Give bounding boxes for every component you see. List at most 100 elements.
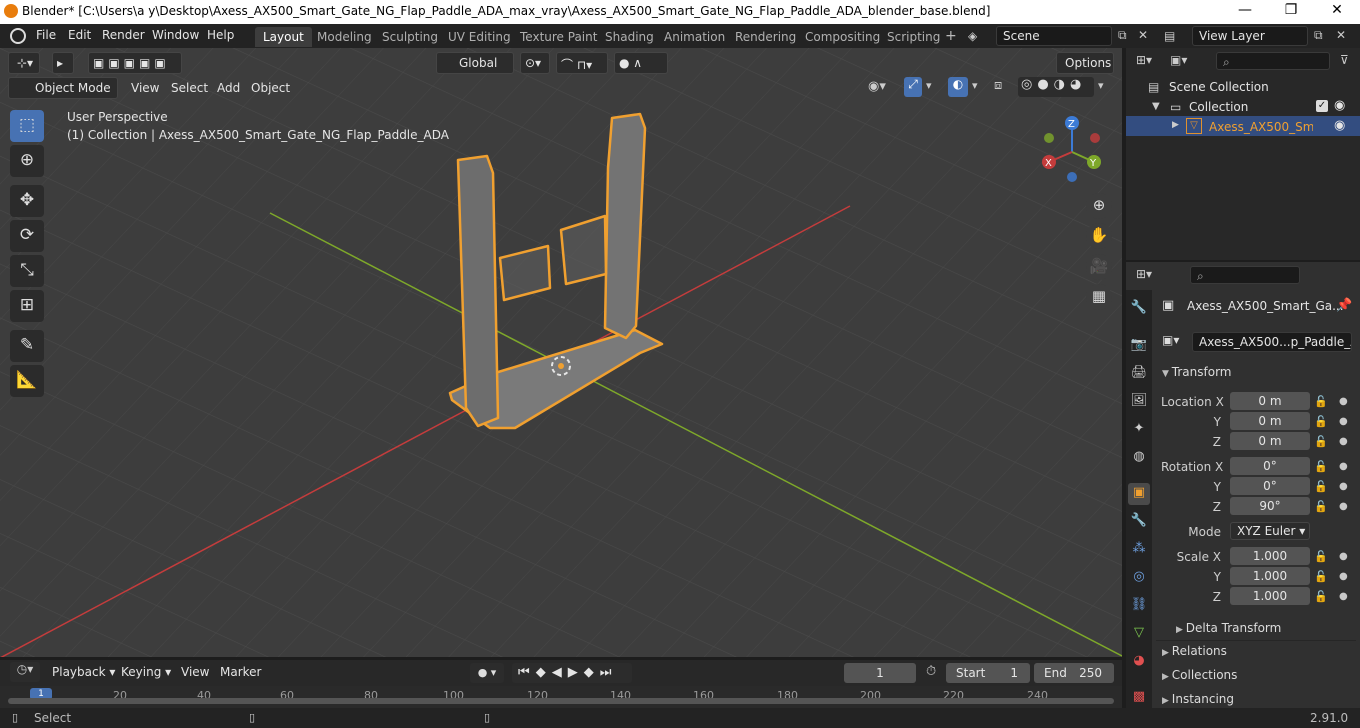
lock-icon[interactable]: 🔓 (1314, 500, 1328, 513)
collection-checkbox[interactable]: ✓ (1316, 100, 1328, 112)
options-dropdown[interactable]: Options (1056, 52, 1114, 74)
outliner-editor-icon[interactable]: ⊞▾ (1136, 53, 1152, 67)
pin-icon[interactable]: 📌 (1336, 298, 1352, 313)
maximize-button[interactable]: ❐ (1268, 2, 1314, 22)
timeline-editor-icon[interactable]: ◷▾ (10, 662, 40, 682)
overlays-dropdown-icon[interactable]: ▾ (972, 79, 978, 92)
lock-icon[interactable]: 🔓 (1314, 480, 1328, 493)
menu-help[interactable]: Help (207, 28, 234, 42)
select-box-tool[interactable]: ⬚ (10, 110, 44, 142)
menu-file[interactable]: File (36, 28, 56, 42)
lock-icon[interactable]: 🔓 (1314, 415, 1328, 428)
world-tab-icon[interactable]: ◍ (1130, 449, 1148, 467)
keyframe-dot-icon[interactable]: ● (1339, 571, 1348, 582)
constraints-tab-icon[interactable]: ⛓ (1130, 597, 1148, 615)
collections-header[interactable]: ▶ Collections (1162, 668, 1237, 682)
scene-tab-icon[interactable]: ✦ (1130, 421, 1148, 439)
blender-menu-icon[interactable] (10, 28, 26, 44)
close-button[interactable]: ✕ (1314, 2, 1360, 22)
new-view-layer-icon[interactable]: ⧉ (1314, 28, 1323, 43)
object-visibility-icon[interactable]: ◉ (1334, 118, 1345, 133)
lock-icon[interactable]: 🔓 (1314, 550, 1328, 563)
menu-edit[interactable]: Edit (68, 28, 91, 42)
object-name-field[interactable]: Axess_AX500...p_Paddle_ADA (1192, 332, 1352, 352)
delete-view-layer-icon[interactable]: ✕ (1336, 28, 1346, 42)
location-y-field[interactable]: 0 m (1230, 412, 1310, 430)
timeline-menu-view[interactable]: View (181, 665, 209, 679)
shading-mode-icons[interactable]: ◎●◑◕ (1018, 77, 1094, 97)
timeline-menu-playback[interactable]: Playback ▾ (52, 665, 115, 679)
keyframe-dot-icon[interactable]: ● (1339, 591, 1348, 602)
keyframe-dot-icon[interactable]: ● (1339, 461, 1348, 472)
expand-arrow-icon[interactable]: ▶ (1172, 120, 1179, 130)
menu-window[interactable]: Window (152, 28, 199, 42)
timeline-menu-marker[interactable]: Marker (220, 665, 261, 679)
visibility-icon[interactable]: ◉▾ (868, 79, 886, 94)
menu-render[interactable]: Render (102, 28, 145, 42)
instancing-header[interactable]: ▶ Instancing (1162, 692, 1234, 706)
modifier-tab-icon[interactable]: 🔧 (1130, 513, 1148, 531)
camera-view-icon[interactable]: 🎥 (1086, 254, 1112, 280)
3d-viewport[interactable]: ⊹▾ ▸ ▣▣▣▣▣ Global ⊙▾ ⌒ ⊓▾ ● ∧ Options Ob… (0, 48, 1122, 657)
delete-scene-icon[interactable]: ✕ (1138, 28, 1148, 42)
render-tab-icon[interactable]: 📷 (1130, 337, 1148, 355)
particles-tab-icon[interactable]: ⁂ (1130, 541, 1148, 559)
tab-layout[interactable]: Layout (255, 27, 312, 47)
timeline-menu-keying[interactable]: Keying ▾ (121, 665, 171, 679)
scene-collection-label[interactable]: Scene Collection (1169, 80, 1269, 94)
rotation-x-field[interactable]: 0° (1230, 457, 1310, 475)
selection-mode-icons[interactable]: ▣▣▣▣▣ (88, 52, 182, 74)
transform-section-header[interactable]: ▼ Transform (1162, 365, 1232, 379)
display-mode-icon[interactable]: ▣▾ (1170, 53, 1187, 67)
relations-header[interactable]: ▶ Relations (1162, 644, 1227, 658)
view-layer-icon[interactable]: ▤ (1164, 29, 1175, 43)
tab-animation[interactable]: Animation (656, 27, 733, 47)
proportional-edit-icon[interactable]: ● ∧ (614, 52, 668, 74)
object-label[interactable]: Axess_AX500_Smart (1209, 120, 1313, 134)
filter-icon[interactable]: ⊽ (1340, 53, 1349, 67)
properties-editor-icon[interactable]: ⊞▾ (1136, 267, 1152, 281)
tab-texture-paint[interactable]: Texture Paint (512, 27, 605, 47)
mode-dropdown[interactable]: Object Mode (8, 77, 118, 99)
minimize-button[interactable]: — (1222, 2, 1268, 22)
rotate-tool[interactable]: ⟳ (10, 220, 44, 252)
scene-name-field[interactable]: Scene (996, 26, 1112, 46)
tab-rendering[interactable]: Rendering (727, 27, 804, 47)
lock-icon[interactable]: 🔓 (1314, 590, 1328, 603)
stopwatch-icon[interactable]: ⏱ (926, 664, 936, 679)
scale-x-field[interactable]: 1.000 (1230, 547, 1310, 565)
material-tab-icon[interactable]: ◕ (1130, 653, 1148, 671)
viewport-menu-view[interactable]: View (131, 81, 159, 95)
rotation-z-field[interactable]: 90° (1230, 497, 1310, 515)
timeline-scrollbar[interactable] (8, 698, 1114, 704)
add-workspace-icon[interactable]: + (945, 28, 957, 44)
gizmo-dropdown-icon[interactable]: ▾ (926, 79, 932, 92)
transform-tool[interactable]: ⊞ (10, 290, 44, 322)
select-tool-icon[interactable]: ▸ (52, 52, 74, 74)
lock-icon[interactable]: 🔓 (1314, 460, 1328, 473)
gizmo-toggle-icon[interactable]: ⤢ (904, 77, 922, 97)
location-z-field[interactable]: 0 m (1230, 432, 1310, 450)
tab-sculpting[interactable]: Sculpting (374, 27, 446, 47)
keyframe-dot-icon[interactable]: ● (1339, 481, 1348, 492)
view-layer-field[interactable]: View Layer (1192, 26, 1308, 46)
view-layer-tab-icon[interactable]: 🖼 (1130, 393, 1148, 411)
scale-z-field[interactable]: 1.000 (1230, 587, 1310, 605)
end-frame-field[interactable]: End 250 (1034, 663, 1114, 683)
shading-dropdown-icon[interactable]: ▾ (1098, 79, 1104, 92)
ortho-grid-icon[interactable]: ▦ (1086, 284, 1112, 310)
collapse-arrow-icon[interactable]: ▼ (1152, 101, 1160, 112)
datablock-icon[interactable]: ▣▾ (1162, 333, 1179, 347)
keyframe-dot-icon[interactable]: ● (1339, 436, 1348, 447)
auto-keying-icon[interactable]: ● ▾ (470, 663, 504, 683)
output-tab-icon[interactable]: 🖨 (1130, 365, 1148, 383)
current-frame-field[interactable]: 1 (844, 663, 916, 683)
data-tab-icon[interactable]: ▽ (1130, 625, 1148, 643)
keyframe-dot-icon[interactable]: ● (1339, 416, 1348, 427)
viewport-menu-select[interactable]: Select (171, 81, 208, 95)
tab-uv-editing[interactable]: UV Editing (440, 27, 519, 47)
editor-type-button[interactable]: ⊹▾ (8, 52, 40, 74)
overlays-toggle-icon[interactable]: ◐ (948, 77, 968, 97)
texture-tab-icon[interactable]: ▩ (1130, 689, 1148, 707)
lock-icon[interactable]: 🔓 (1314, 435, 1328, 448)
